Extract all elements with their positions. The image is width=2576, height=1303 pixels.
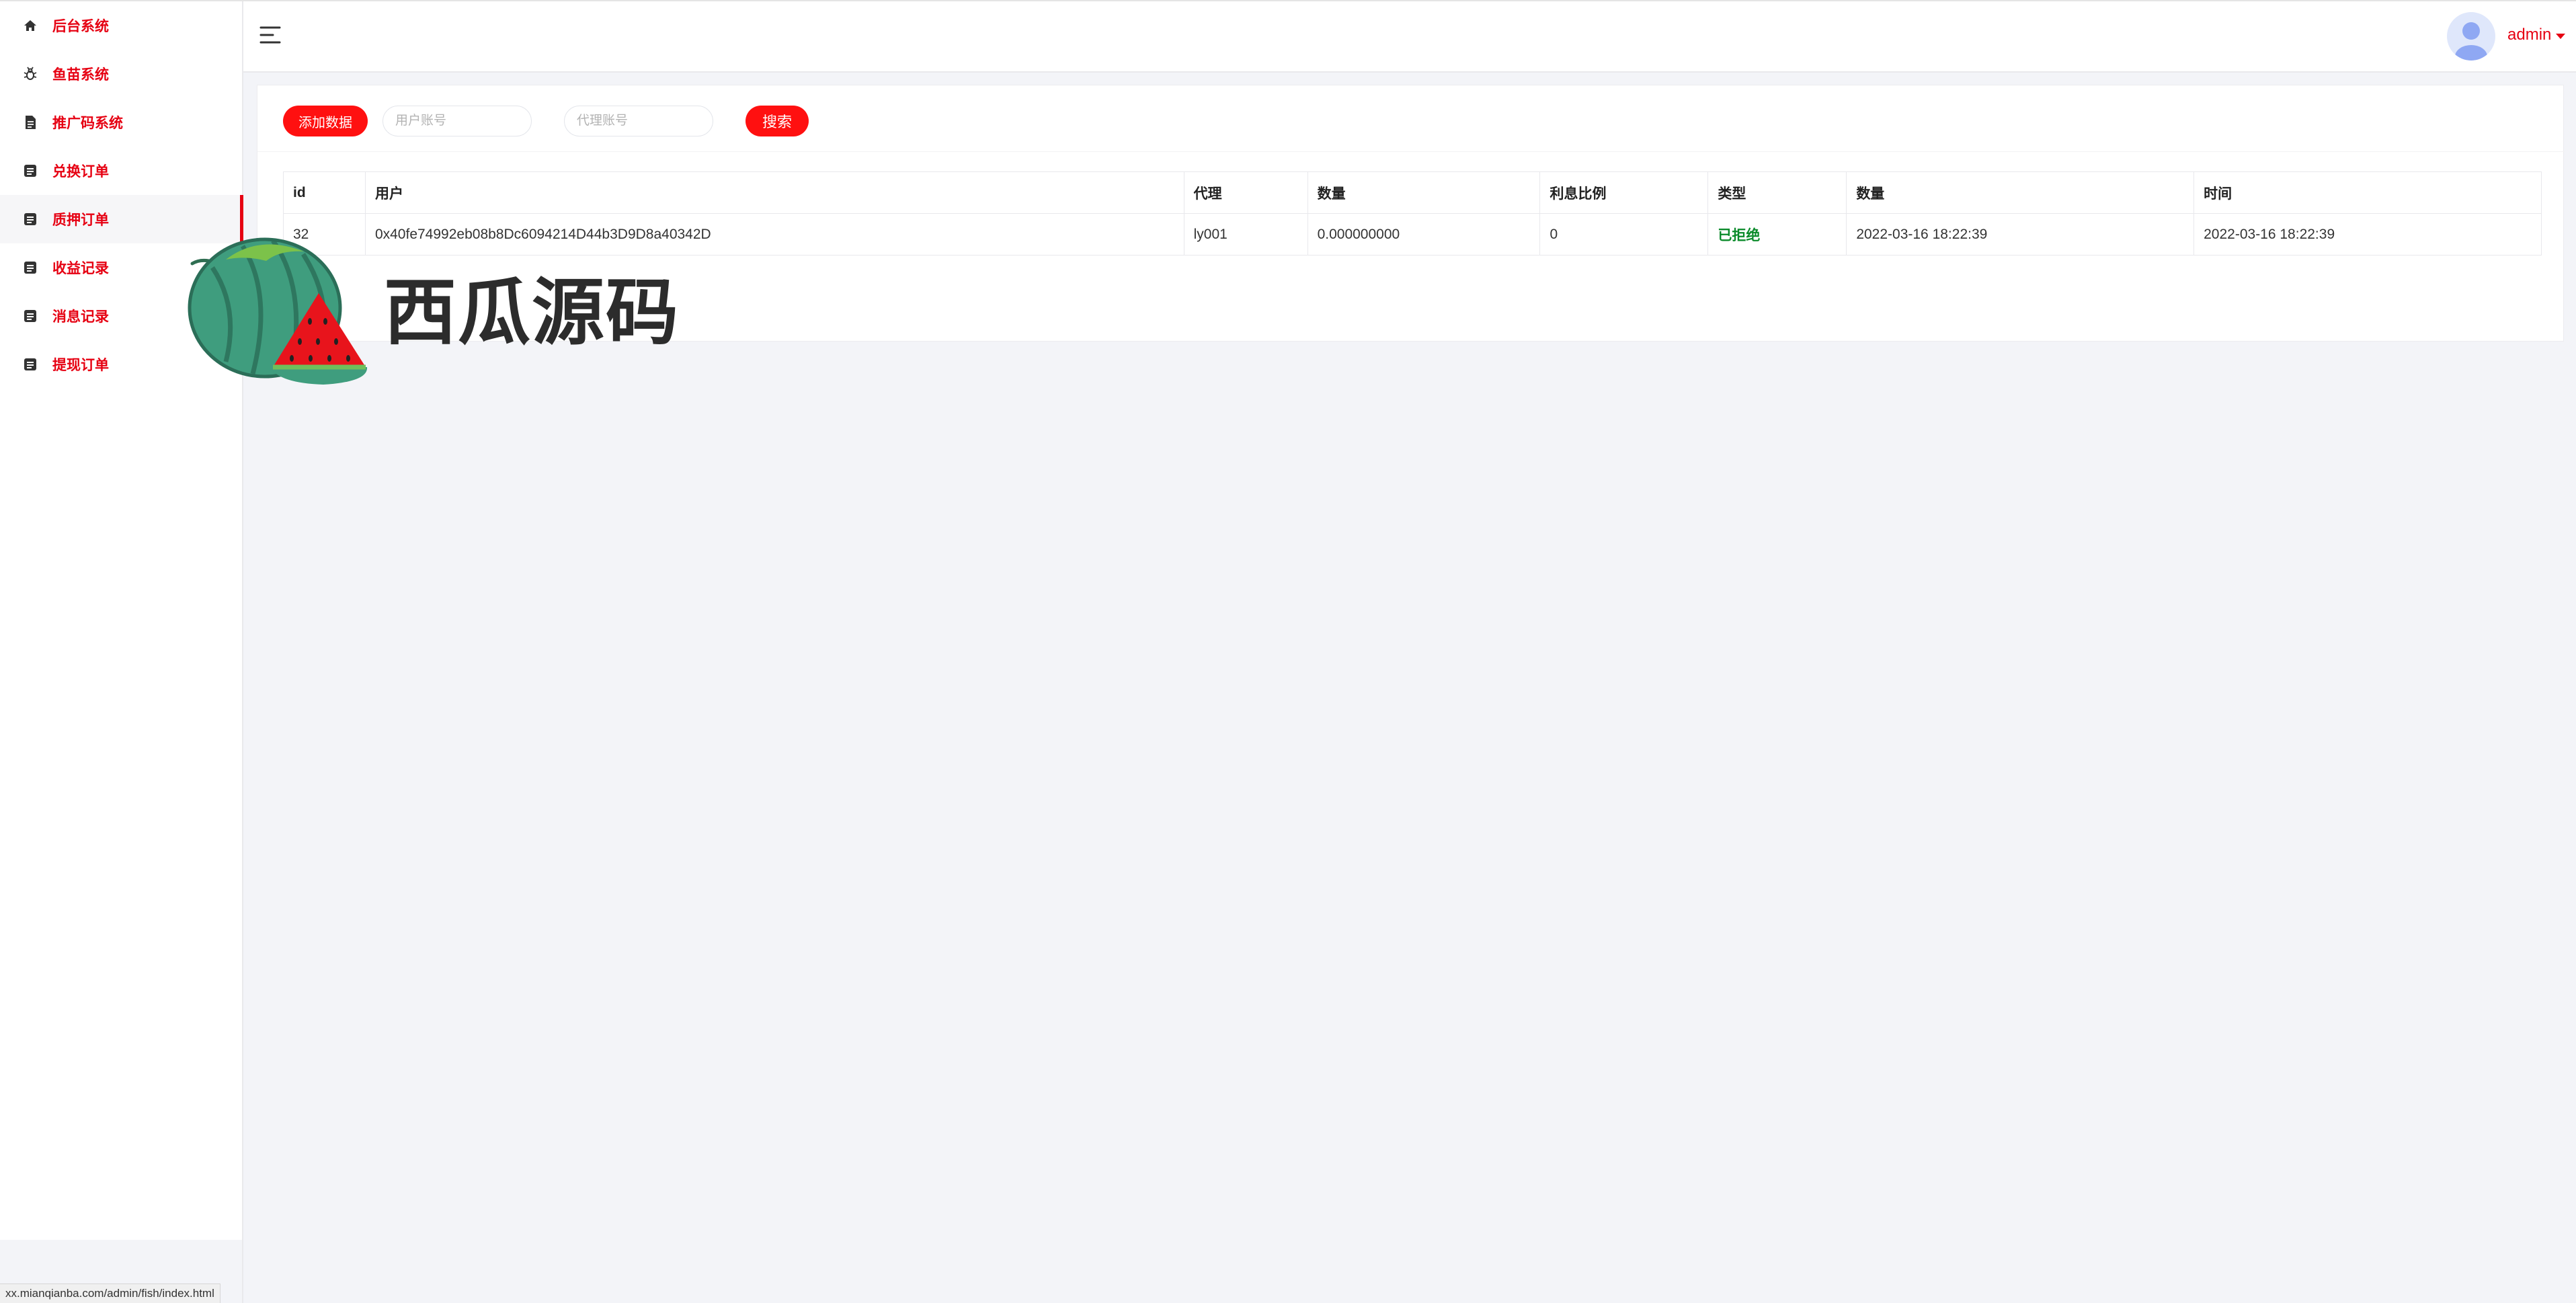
cell-amount: 0.000000000	[1307, 213, 1541, 255]
user-menu-name[interactable]: admin	[2507, 26, 2551, 44]
watermark-logo: 西瓜源码	[172, 221, 696, 389]
divider	[257, 151, 2565, 152]
add-data-button[interactable]: 添加数据	[283, 106, 368, 136]
cell-time: 2022-03-16 18:22:39	[2193, 213, 2542, 255]
sidebar-item-label: 鱼苗系统	[52, 67, 109, 83]
sidebar-item-label: 提现订单	[52, 358, 109, 373]
sidebar-item-label: 推广码系统	[52, 116, 123, 131]
column-header[interactable]: 用户	[364, 171, 1184, 214]
status-badge: 已拒绝	[1707, 213, 1847, 255]
watermark-text: 西瓜源码	[384, 271, 680, 355]
column-header[interactable]: 数量	[1846, 171, 2195, 214]
search-button[interactable]: 搜索	[746, 106, 809, 136]
status-bar-url: xx.mianqianba.com/admin/fish/index.html	[0, 1284, 220, 1303]
sidebar-item-exchange-orders[interactable]: 兑换订单	[0, 147, 242, 195]
list-icon	[22, 162, 39, 180]
list-icon	[22, 210, 39, 228]
list-icon	[22, 307, 39, 325]
sidebar-item-dashboard[interactable]: 后台系统	[0, 1, 242, 50]
bug-icon	[22, 65, 39, 83]
sidebar-item-label: 消息记录	[52, 309, 109, 325]
list-icon	[22, 356, 39, 373]
column-header[interactable]: 类型	[1707, 171, 1847, 214]
column-header[interactable]: 数量	[1307, 171, 1541, 214]
sidebar-item-fish[interactable]: 鱼苗系统	[0, 50, 242, 98]
column-header[interactable]: 代理	[1183, 171, 1308, 214]
cell-agent: ly001	[1183, 213, 1308, 255]
top-header: admin	[243, 1, 2576, 73]
list-icon	[22, 259, 39, 276]
cell-rate: 0	[1539, 213, 1709, 255]
cell-amount-2: 2022-03-16 18:22:39	[1846, 213, 2195, 255]
sidebar-item-label: 后台系统	[52, 19, 109, 34]
user-account-input[interactable]	[383, 106, 532, 136]
column-header[interactable]: 时间	[2193, 171, 2542, 214]
column-header[interactable]: 利息比例	[1539, 171, 1709, 214]
menu-toggle-icon[interactable]	[259, 26, 281, 44]
home-icon	[22, 17, 39, 34]
agent-account-input[interactable]	[564, 106, 713, 136]
sidebar-item-label: 收益记录	[52, 261, 109, 276]
sidebar: 后台系统 鱼苗系统 推广码系统 兑换订单 质押订单 收益记录 消息记录 提现订单	[0, 1, 243, 1240]
document-icon	[22, 114, 39, 131]
table-header-row: id 用户 代理 数量 利息比例 类型 数量 时间	[283, 171, 2542, 214]
watermelon-icon	[188, 237, 368, 385]
sidebar-item-promo-code[interactable]: 推广码系统	[0, 98, 242, 147]
chevron-down-icon[interactable]	[2556, 34, 2565, 39]
sidebar-item-label: 兑换订单	[52, 164, 109, 180]
avatar[interactable]	[2447, 12, 2495, 61]
sidebar-item-label: 质押订单	[52, 212, 109, 228]
column-header[interactable]: id	[283, 171, 366, 214]
